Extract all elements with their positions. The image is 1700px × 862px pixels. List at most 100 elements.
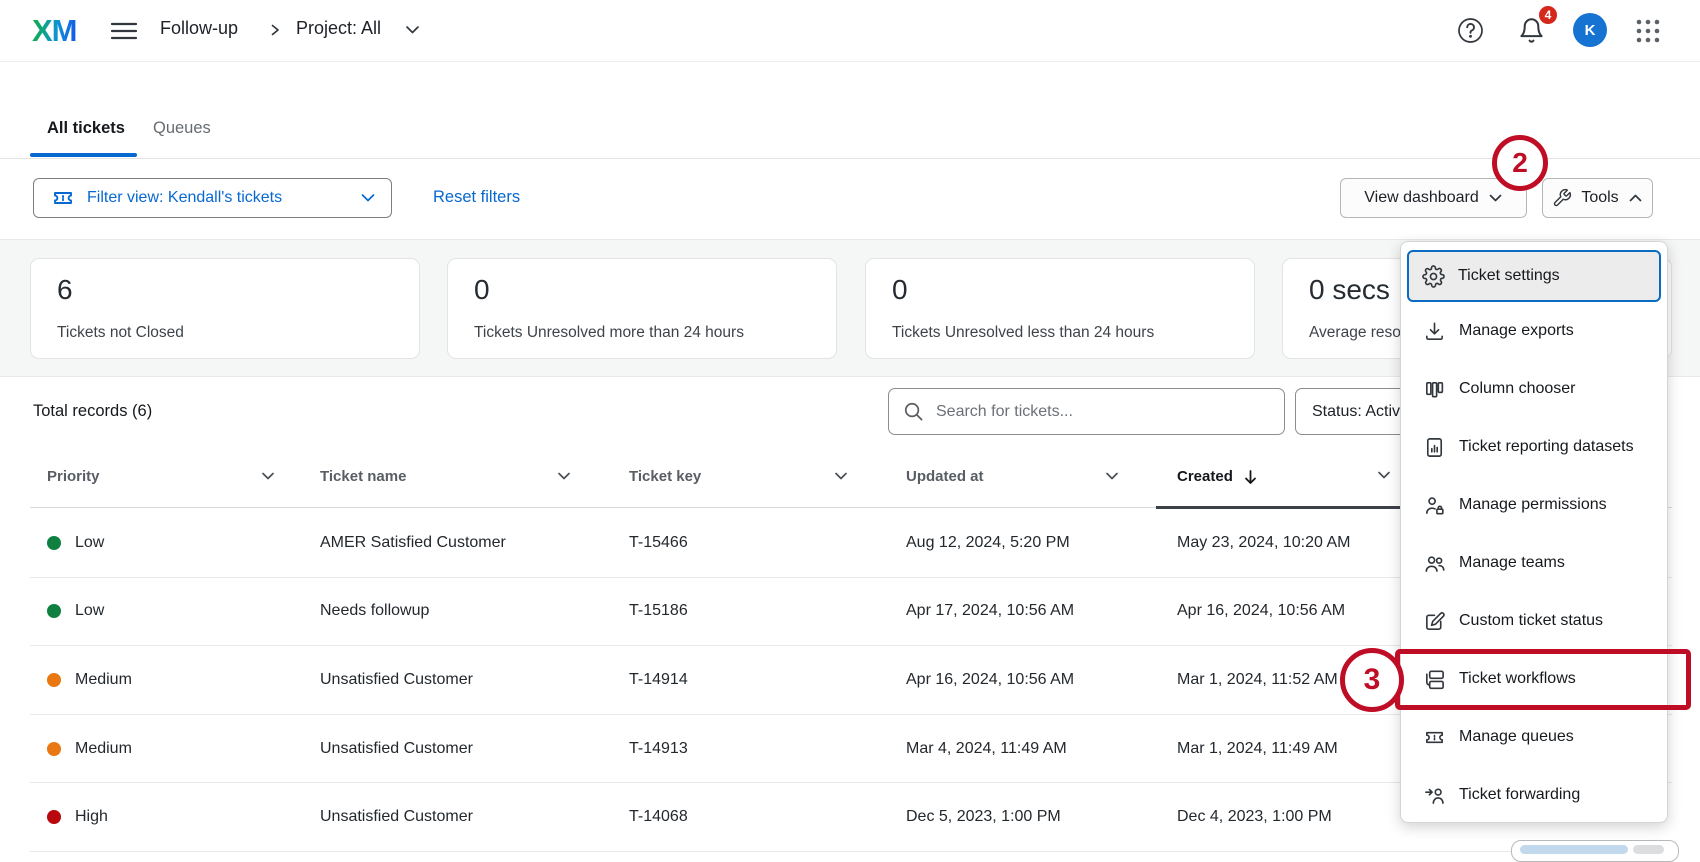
stat-card: 0 Tickets Unresolved less than 24 hours	[865, 258, 1255, 359]
menu-item-icon	[1423, 552, 1446, 575]
priority-cell: Medium	[47, 671, 320, 689]
breadcrumb-chevron-down-icon[interactable]	[404, 24, 421, 36]
tools-menu-item-ticket-workflows[interactable]: Ticket workflows	[1401, 650, 1667, 708]
breadcrumb-project[interactable]: Follow-up	[160, 18, 238, 39]
report-icon	[1423, 436, 1446, 459]
tab-all-tickets[interactable]: All tickets	[47, 113, 125, 143]
priority-label: Low	[75, 534, 104, 552]
column-header[interactable]: Ticket name	[320, 468, 629, 485]
tools-menu-item-manage-exports[interactable]: Manage exports	[1401, 302, 1667, 360]
search-icon	[903, 401, 924, 422]
stat-value: 0	[892, 273, 1254, 307]
menu-item-icon	[1423, 494, 1446, 517]
tools-button[interactable]: Tools	[1542, 178, 1653, 218]
priority-cell: Low	[47, 534, 320, 552]
ticket-name-cell: Unsatisfied Customer	[320, 740, 629, 758]
filter-view-dropdown[interactable]: Filter view: Kendall's tickets	[33, 178, 392, 218]
avatar[interactable]: K	[1573, 13, 1607, 47]
tools-menu-item-column-chooser[interactable]: Column chooser	[1401, 360, 1667, 418]
stat-card: 6 Tickets not Closed	[30, 258, 420, 359]
breadcrumb-separator-icon	[268, 22, 282, 38]
tools-menu-item-custom-ticket-status[interactable]: Custom ticket status	[1401, 592, 1667, 650]
menu-item-icon	[1423, 436, 1446, 459]
sort-desc-icon	[1243, 469, 1258, 485]
menu-item-icon	[1423, 668, 1446, 691]
workflow-icon	[1423, 668, 1446, 691]
menu-item-label: Manage exports	[1459, 322, 1574, 340]
tools-menu-item-ticket-reporting-datasets[interactable]: Ticket reporting datasets	[1401, 418, 1667, 476]
active-tab-underline	[30, 153, 137, 157]
breadcrumb-scope[interactable]: Project: All	[296, 18, 381, 39]
horizontal-scrollbar[interactable]	[1511, 840, 1679, 862]
reset-filters-link[interactable]: Reset filters	[433, 188, 520, 207]
xm-logo[interactable]: XM	[32, 13, 77, 49]
gear-icon	[1422, 265, 1445, 288]
edit-icon	[1423, 610, 1446, 633]
ticket-icon	[51, 186, 75, 210]
updated-at-cell: Apr 17, 2024, 10:56 AM	[906, 602, 1177, 620]
column-label: Created	[1177, 468, 1233, 485]
ticket-name-cell: Unsatisfied Customer	[320, 671, 629, 689]
tools-menu-item-manage-queues[interactable]: Manage queues	[1401, 708, 1667, 766]
priority-cell: Medium	[47, 740, 320, 758]
stat-card: 0 Tickets Unresolved more than 24 hours	[447, 258, 837, 359]
priority-label: Medium	[75, 740, 132, 758]
tools-menu-item-ticket-settings[interactable]: Ticket settings	[1407, 250, 1661, 302]
hamburger-menu-icon[interactable]	[110, 19, 138, 43]
priority-cell: High	[47, 808, 320, 826]
menu-item-icon	[1422, 265, 1445, 288]
annotation-step-3: 3	[1340, 648, 1404, 712]
priority-label: Low	[75, 602, 104, 620]
tab-queues[interactable]: Queues	[153, 113, 211, 143]
app-grid-icon[interactable]	[1634, 17, 1662, 45]
column-header[interactable]: Priority	[47, 468, 320, 485]
stat-value: 0	[474, 273, 836, 307]
updated-at-cell: Dec 5, 2023, 1:00 PM	[906, 808, 1177, 826]
search-input[interactable]	[936, 403, 1256, 421]
tools-menu-item-ticket-forwarding[interactable]: Ticket forwarding	[1401, 766, 1667, 824]
stat-value: 6	[57, 273, 419, 307]
updated-at-cell: Apr 16, 2024, 10:56 AM	[906, 671, 1177, 689]
ticket-name-cell: Needs followup	[320, 602, 629, 620]
column-label: Updated at	[906, 468, 984, 485]
forward-icon	[1423, 784, 1446, 807]
menu-item-label: Custom ticket status	[1459, 612, 1603, 630]
menu-item-label: Manage teams	[1459, 554, 1565, 572]
total-records-label: Total records (6)	[33, 402, 152, 421]
menu-item-label: Ticket reporting datasets	[1459, 438, 1634, 456]
priority-dot	[47, 742, 61, 756]
priority-dot	[47, 673, 61, 687]
column-header[interactable]: Ticket key	[629, 468, 906, 485]
ticket-name-cell: AMER Satisfied Customer	[320, 534, 629, 552]
ticket-key-cell: T-14914	[629, 671, 906, 689]
column-label: Priority	[47, 468, 100, 485]
search-box[interactable]	[888, 388, 1285, 435]
menu-item-label: Manage queues	[1459, 728, 1574, 746]
column-header[interactable]: Updated at	[906, 468, 1177, 485]
wrench-icon	[1552, 188, 1572, 208]
priority-dot	[47, 604, 61, 618]
tools-menu-item-manage-teams[interactable]: Manage teams	[1401, 534, 1667, 592]
priority-cell: Low	[47, 602, 320, 620]
stat-label: Tickets not Closed	[57, 324, 419, 342]
annotation-step-2: 2	[1492, 135, 1548, 191]
view-dashboard-label: View dashboard	[1364, 189, 1478, 207]
columns-icon	[1423, 378, 1446, 401]
top-bar: XM Follow-up Project: All 4 K	[0, 0, 1700, 62]
menu-item-label: Ticket workflows	[1459, 670, 1576, 688]
ticket-key-cell: T-14913	[629, 740, 906, 758]
help-icon[interactable]	[1457, 17, 1484, 44]
menu-item-icon	[1423, 320, 1446, 343]
tools-menu: Ticket settings Manage exports Column ch…	[1400, 241, 1668, 823]
person-lock-icon	[1423, 494, 1446, 517]
tools-label: Tools	[1581, 189, 1618, 207]
chevron-down-icon	[1488, 193, 1503, 203]
chevron-down-icon	[260, 471, 276, 482]
menu-item-label: Manage permissions	[1459, 496, 1607, 514]
view-dashboard-button[interactable]: View dashboard	[1340, 178, 1527, 218]
menu-item-icon	[1423, 610, 1446, 633]
chevron-down-icon	[556, 471, 572, 482]
column-label: Ticket name	[320, 468, 406, 485]
tools-menu-item-manage-permissions[interactable]: Manage permissions	[1401, 476, 1667, 534]
ticket-key-cell: T-15186	[629, 602, 906, 620]
